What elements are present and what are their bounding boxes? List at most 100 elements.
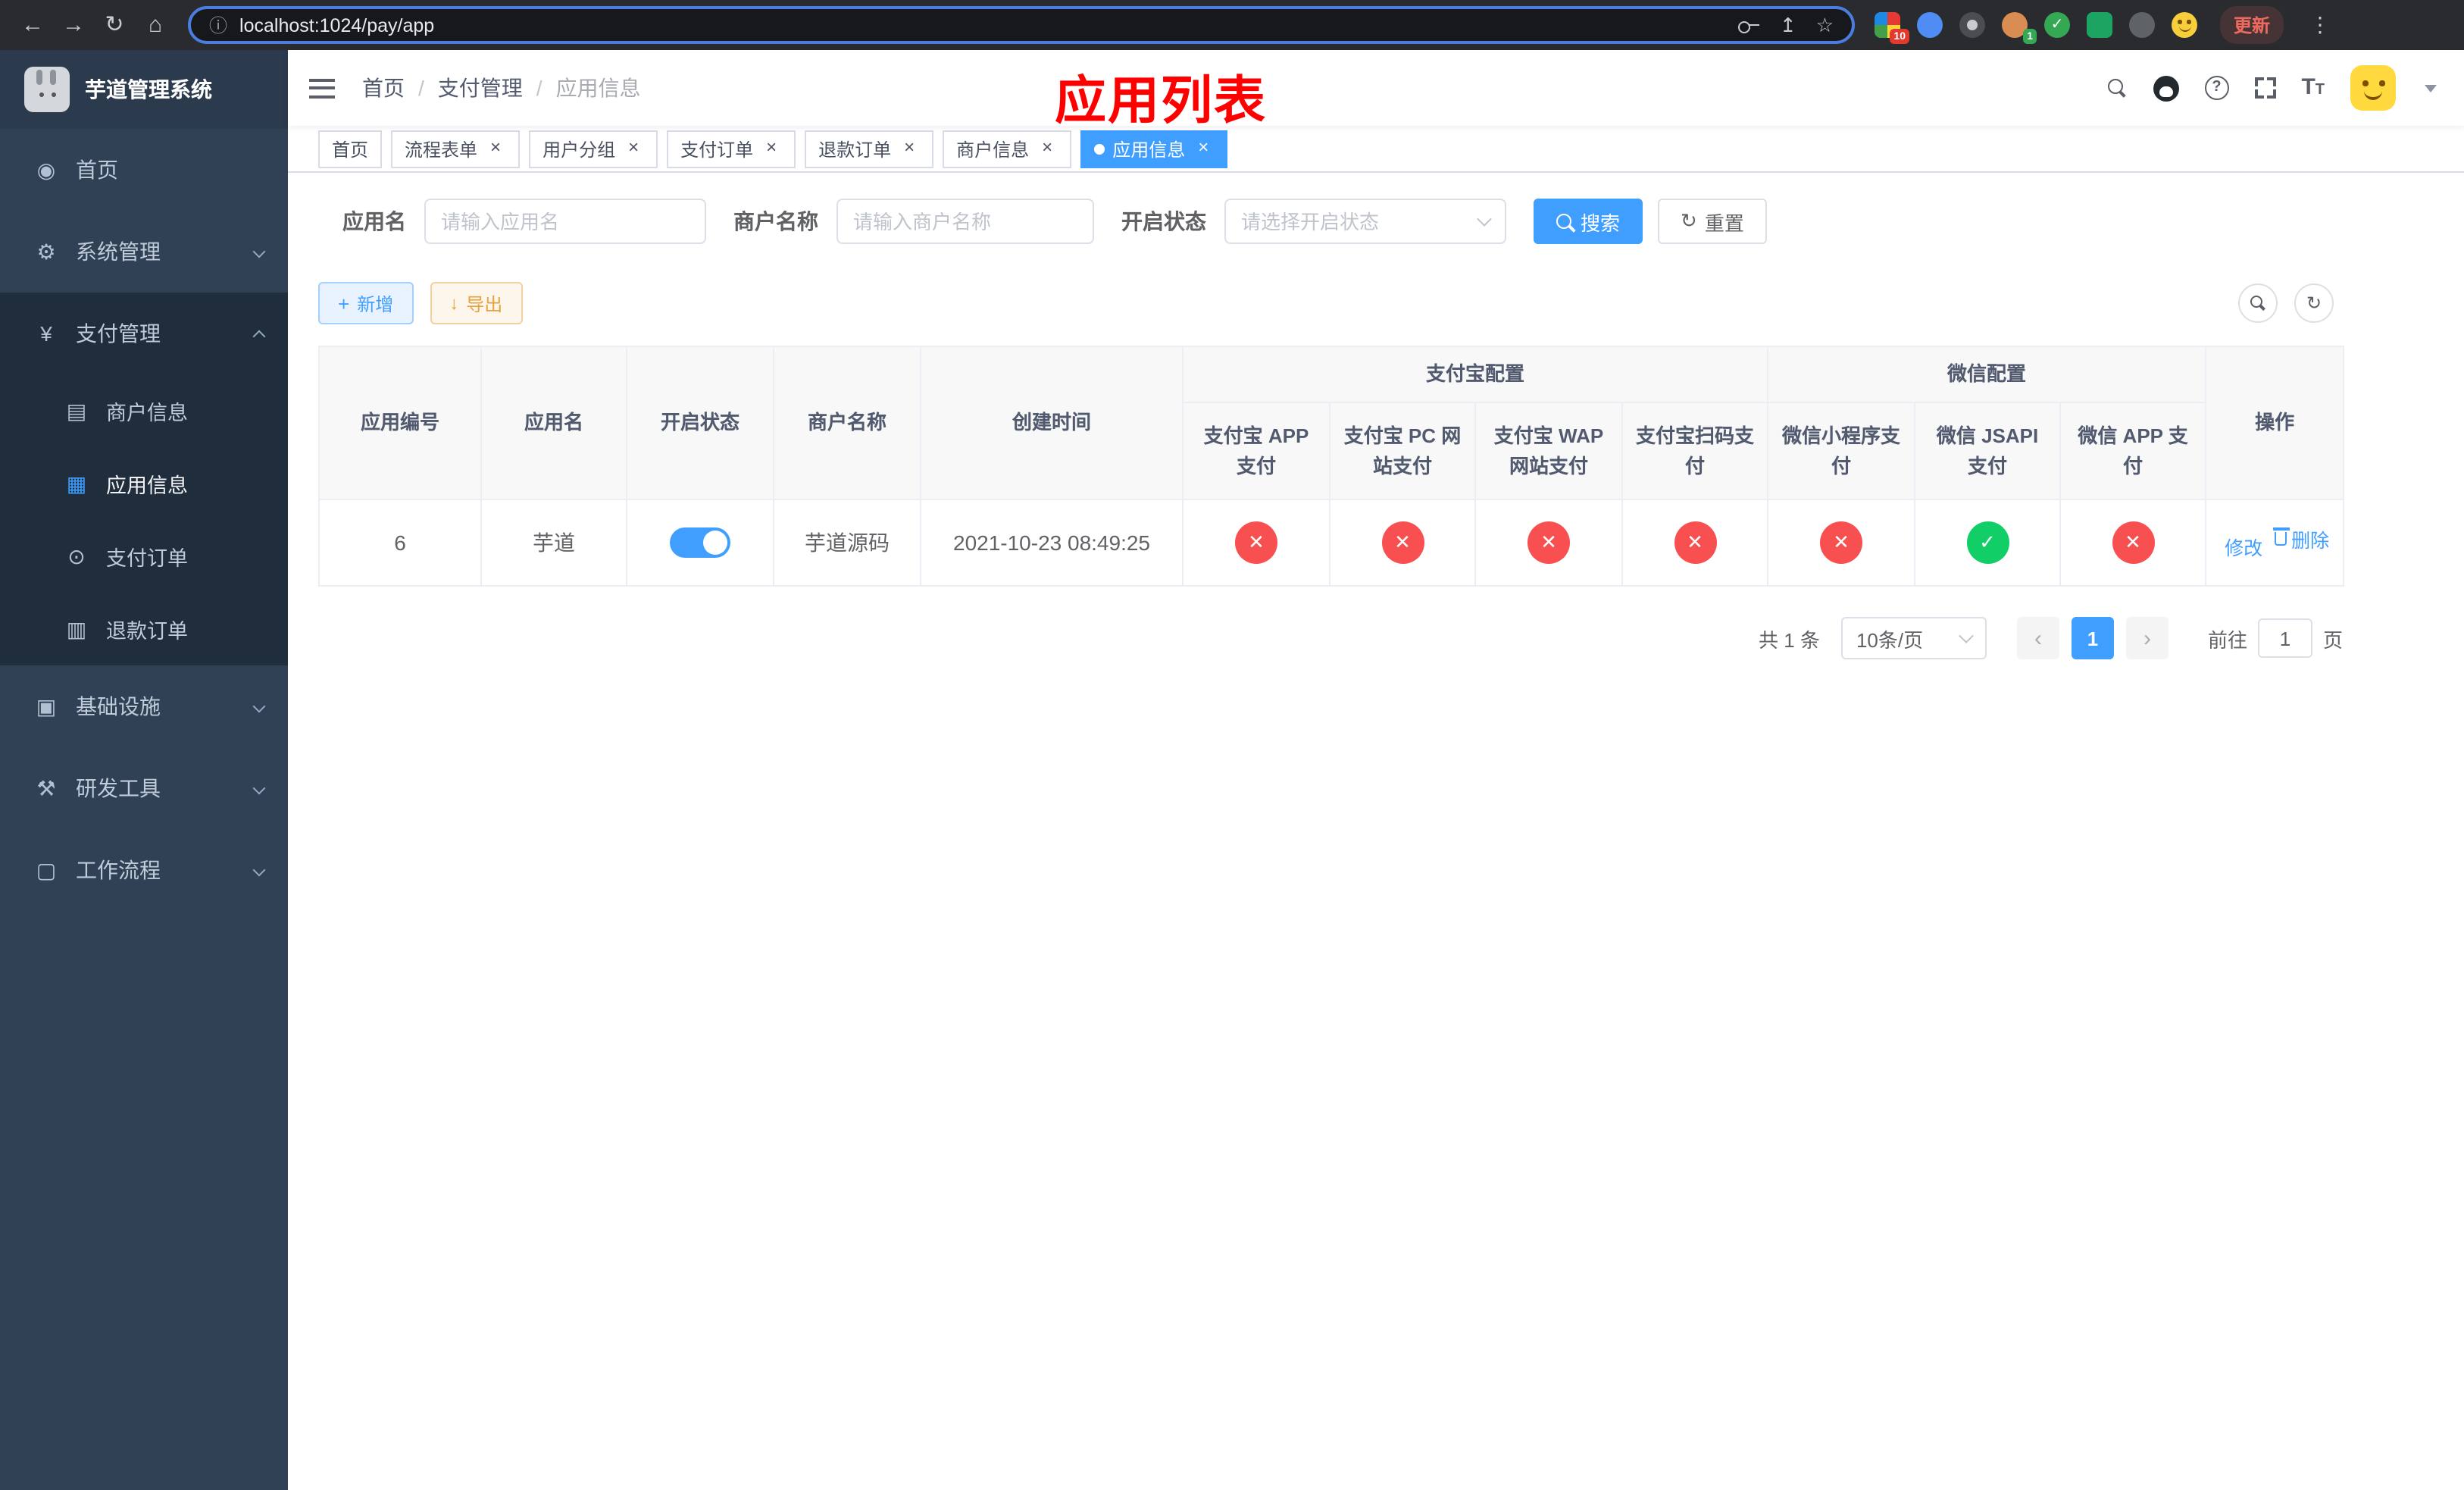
user-avatar[interactable] [2350,65,2396,111]
close-icon[interactable] [623,138,644,159]
help-icon[interactable]: ? [2204,76,2229,100]
tab-user-group[interactable]: 用户分组 [529,130,658,167]
column-header-alipay-wap: 支付宝 WAP 网站支付 [1474,402,1623,501]
extension-puzzle-icon[interactable] [2129,12,2155,38]
sidebar-item-dev-tools[interactable]: ⚒ 研发工具 [0,747,288,829]
extension-pin-icon[interactable] [1917,12,1943,38]
cell-id: 6 [318,499,482,587]
cell-merchant: 芋道源码 [773,499,921,587]
grid-icon: ▦ [66,471,87,495]
sidebar-item-workflow[interactable]: ▢ 工作流程 [0,829,288,911]
tab-refund-order[interactable]: 退款订单 [805,130,934,167]
page-size-select[interactable]: 10条/页 [1840,617,1987,660]
bookmark-star-icon[interactable]: ☆ [1816,13,1834,37]
cell-created: 2021-10-23 08:49:25 [920,499,1184,587]
config-status-icon: ✕ [1820,521,1863,565]
workflow-icon: ▢ [36,857,57,881]
search-button[interactable]: 搜索 [1534,199,1643,244]
add-button[interactable]: 新增 [318,282,414,324]
current-page-button[interactable]: 1 [2071,617,2114,660]
status-toggle[interactable] [670,527,730,559]
url-text: localhost:1024/pay/app [239,14,435,36]
tab-app-info[interactable]: 应用信息 [1080,130,1228,167]
goto-label: 前往 [2207,628,2247,652]
next-page-button[interactable]: › [2125,617,2169,660]
sidebar-item-system[interactable]: ⚙ 系统管理 [0,211,288,293]
app-name-input[interactable] [424,199,706,244]
reset-button[interactable]: 重置 [1658,199,1767,244]
sidebar-item-infra[interactable]: ▣ 基础设施 [0,665,288,747]
breadcrumb-pay[interactable]: 支付管理 [438,73,523,103]
extension-avatar-icon[interactable]: 1 [2002,12,2037,44]
close-icon[interactable] [1193,138,1214,159]
share-icon[interactable]: ↥ [1780,13,1796,37]
github-icon[interactable] [2153,75,2179,101]
logo-avatar [24,67,70,112]
refresh-table-button[interactable] [2294,283,2334,323]
close-icon[interactable] [899,138,920,159]
sidebar-item-refund[interactable]: ▥ 退款订单 [0,593,288,665]
prev-page-button[interactable]: ‹ [2016,617,2059,660]
font-size-icon[interactable]: TT [2301,74,2325,102]
goto-suffix-label: 页 [2322,628,2343,652]
browser-menu-icon[interactable]: ⋮ [2309,12,2331,38]
sidebar-item-merchant[interactable]: ▤ 商户信息 [0,374,288,447]
sidebar-item-order[interactable]: ⊙ 支付订单 [0,520,288,593]
search-icon [1556,213,1573,230]
reload-icon[interactable]: ↻ [94,5,135,45]
cell-operations: 修改 删除 [2205,499,2345,587]
sidebar-item-app[interactable]: ▦ 应用信息 [0,447,288,520]
tab-pay-order[interactable]: 支付订单 [667,130,796,167]
fullscreen-icon[interactable] [2254,77,2276,99]
sidebar-item-pay[interactable]: ¥ 支付管理 [0,293,288,374]
export-button[interactable]: 导出 [430,282,523,324]
forward-icon[interactable]: → [53,5,94,45]
edit-button[interactable]: 修改 [2220,532,2262,561]
tab-home[interactable]: 首页 [318,130,383,167]
goto-page-input[interactable] [2257,618,2312,659]
status-select-input[interactable] [1224,199,1506,244]
config-status-icon: ✕ [1674,521,1716,565]
status-select[interactable] [1224,199,1506,244]
cell-config: ✕ [1474,499,1623,587]
browser-update-button[interactable]: 更新 [2220,6,2284,44]
column-header-wechat-app: 微信 APP 支付 [2059,402,2207,501]
back-icon[interactable]: ← [12,5,53,45]
extension-check-icon[interactable]: ✓ [2044,12,2070,38]
avatar-caret-icon[interactable] [2425,84,2437,92]
column-header-wechat-mini: 微信小程序支付 [1767,402,1916,501]
breadcrumb-home[interactable]: 首页 [362,73,405,103]
sidebar-fold-icon[interactable] [309,78,335,98]
toggle-search-button[interactable] [2238,283,2278,323]
refresh-icon [1681,209,1697,233]
extension-book-icon[interactable] [2087,12,2112,38]
navbar-actions: ? TT [2107,65,2437,111]
sidebar-item-label: 退款订单 [106,620,188,643]
search-form: 应用名 商户名称 开启状态 [342,197,2343,246]
merchant-name-label: 商户名称 [733,209,818,233]
site-info-icon[interactable]: ⓘ [209,12,227,38]
url-bar[interactable]: ⓘ localhost:1024/pay/app ↥ ☆ [188,6,1855,44]
extension-grid-icon[interactable]: 10 [1875,12,1909,44]
close-icon[interactable] [1037,138,1058,159]
close-icon[interactable] [761,138,782,159]
config-status-icon: ✓ [1966,521,2009,565]
breadcrumb-separator: / [536,76,543,100]
tab-merchant-info[interactable]: 商户信息 [943,130,1072,167]
merchant-name-input[interactable] [836,199,1094,244]
home-icon[interactable]: ⌂ [135,5,176,45]
password-key-icon[interactable] [1738,19,1760,33]
search-icon[interactable] [2107,78,2127,98]
delete-button[interactable]: 删除 [2272,525,2329,554]
app-title: 芋道管理系统 [85,77,212,102]
extension-emoji-icon[interactable] [2172,12,2197,38]
sidebar-item-home[interactable]: ◉ 首页 [0,129,288,211]
sidebar-logo[interactable]: 芋道管理系统 [0,50,288,129]
refund-doc-icon: ▥ [66,616,87,640]
tab-process-form[interactable]: 流程表单 [391,130,521,167]
extension-dark-icon[interactable] [1959,12,1985,38]
close-icon[interactable] [485,138,506,159]
plus-icon [338,292,349,315]
chevron-up-icon [252,330,266,343]
sidebar-item-label: 系统管理 [76,239,161,264]
